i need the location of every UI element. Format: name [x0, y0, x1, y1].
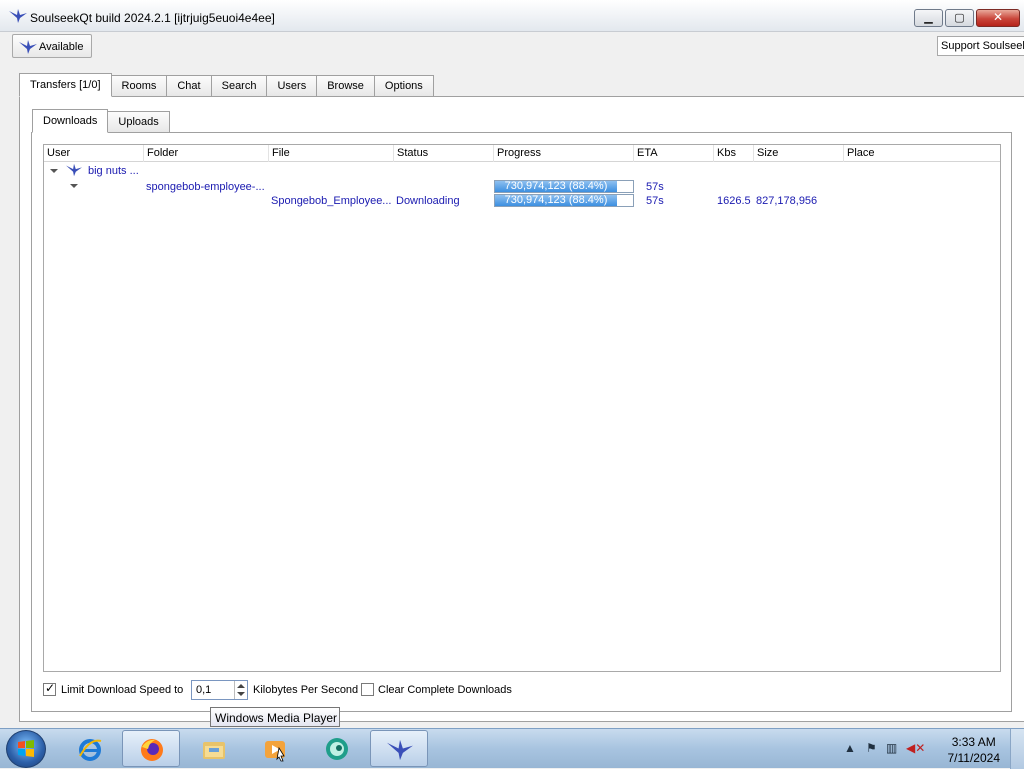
window-controls: ▁ ▢ ✕ — [914, 9, 1020, 27]
close-icon: ✕ — [992, 10, 1004, 24]
file-name[interactable]: Spongebob_Employee... — [271, 195, 391, 207]
column-header-size[interactable]: Size — [754, 145, 844, 162]
soulseek-bird-icon — [387, 739, 413, 761]
tab-browse[interactable]: Browse — [316, 75, 375, 97]
window-title: SoulseekQt build 2024.2.1 [ijtrjuig5euoi… — [30, 11, 275, 25]
tab-uploads[interactable]: Uploads — [107, 111, 170, 133]
clear-complete-label: Clear Complete Downloads — [378, 684, 512, 696]
taskbar-windows-media-player[interactable] — [246, 730, 304, 767]
soulseek-bird-icon — [9, 9, 27, 23]
sub-tabs: Downloads Uploads — [32, 109, 170, 133]
spin-down-icon[interactable] — [237, 692, 245, 696]
taskbar-tooltip: Windows Media Player — [210, 707, 340, 727]
volume-muted-icon[interactable]: ◀✕ — [906, 741, 925, 755]
title-bar: SoulseekQt build 2024.2.1 [ijtrjuig5euoi… — [0, 0, 1024, 32]
column-header-kbs[interactable]: Kbs — [714, 145, 754, 162]
clock-date: 7/11/2024 — [947, 751, 1001, 765]
file-kbs: 1626.5 — [717, 195, 751, 207]
column-header-eta[interactable]: ETA — [634, 145, 714, 162]
close-button[interactable]: ✕ — [976, 9, 1020, 27]
taskbar: ▲ ⚑ ▥ ◀✕ 3:33 AM 7/11/2024 — [0, 728, 1024, 769]
minimize-button[interactable]: ▁ — [914, 9, 943, 27]
file-status: Downloading — [396, 195, 460, 207]
taskbar-soulseek[interactable] — [370, 730, 428, 767]
status-label: Available — [39, 41, 84, 53]
speed-unit-label: Kilobytes Per Second — [253, 684, 359, 696]
tab-rooms[interactable]: Rooms — [110, 75, 168, 97]
column-header-progress[interactable]: Progress — [494, 145, 634, 162]
soulseek-bird-icon — [19, 40, 37, 54]
taskbar-messenger[interactable] — [308, 730, 366, 767]
folder-progress-bar: 730,974,123 (88.4%) — [494, 180, 634, 193]
tab-users[interactable]: Users — [266, 75, 318, 97]
status-button[interactable]: Available — [12, 34, 92, 58]
folder-progress-text: 730,974,123 (88.4%) — [504, 180, 608, 192]
tab-transfers[interactable]: Transfers [1/0] — [19, 73, 112, 97]
file-progress-text: 730,974,123 (88.4%) — [504, 194, 608, 206]
tab-search[interactable]: Search — [210, 75, 268, 97]
downloads-table[interactable]: User Folder File Status Progress ETA Kbs… — [43, 144, 1001, 672]
windows-logo-icon — [18, 740, 34, 757]
expand-arrow-icon[interactable] — [70, 184, 78, 188]
column-header-folder[interactable]: Folder — [144, 145, 269, 162]
spin-arrows[interactable] — [234, 681, 247, 699]
column-header-user[interactable]: User — [44, 145, 144, 162]
column-header-status[interactable]: Status — [394, 145, 494, 162]
file-size: 827,178,956 — [756, 195, 818, 207]
folder-eta: 57s — [646, 181, 664, 193]
taskbar-internet-explorer[interactable] — [61, 730, 119, 767]
maximize-button[interactable]: ▢ — [945, 9, 974, 27]
network-icon[interactable]: ▥ — [886, 741, 897, 755]
maximize-icon: ▢ — [954, 12, 965, 24]
internet-explorer-icon — [79, 739, 102, 761]
taskbar-file-explorer[interactable] — [185, 730, 243, 767]
download-options: ✓ Limit Download Speed to 0,1 Kilobytes … — [43, 680, 743, 700]
main-tabs: Transfers [1/0] Rooms Chat Search Users … — [19, 73, 434, 97]
action-center-flag-icon[interactable]: ⚑ — [866, 741, 877, 755]
clock[interactable]: 3:33 AM 7/11/2024 — [948, 734, 1001, 766]
show-desktop-button[interactable] — [1010, 729, 1024, 769]
column-header-place[interactable]: Place — [844, 145, 1000, 162]
table-header: User Folder File Status Progress ETA Kbs… — [44, 145, 1000, 162]
messenger-icon — [326, 738, 348, 760]
system-tray: ▲ ⚑ ▥ ◀✕ 3:33 AM 7/11/2024 — [834, 729, 1024, 769]
minimize-icon: ▁ — [924, 12, 933, 24]
column-header-file[interactable]: File — [269, 145, 394, 162]
expand-arrow-icon[interactable] — [50, 169, 58, 173]
tab-options[interactable]: Options — [373, 75, 434, 97]
taskbar-firefox[interactable] — [122, 730, 180, 767]
checkmark-icon: ✓ — [45, 681, 56, 695]
clock-time: 3:33 AM — [951, 735, 996, 749]
user-bird-icon — [66, 163, 82, 177]
show-hidden-icons-icon[interactable]: ▲ — [844, 741, 856, 755]
file-progress-bar: 730,974,123 (88.4%) — [494, 194, 634, 207]
clear-complete-checkbox[interactable] — [361, 683, 374, 696]
folder-icon — [203, 742, 225, 759]
media-player-icon — [265, 741, 285, 762]
toolbar: Available Support Soulseek — [0, 32, 1024, 62]
file-eta: 57s — [646, 195, 664, 207]
firefox-icon — [141, 739, 163, 761]
limit-speed-checkbox[interactable]: ✓ — [43, 681, 56, 696]
speed-limit-spinbox[interactable]: 0,1 — [191, 680, 248, 700]
speed-limit-value[interactable]: 0,1 — [196, 684, 211, 696]
limit-speed-label: Limit Download Speed to — [61, 684, 184, 696]
tab-chat[interactable]: Chat — [166, 75, 212, 97]
start-button[interactable] — [6, 730, 46, 768]
user-name[interactable]: big nuts ... — [88, 165, 139, 177]
support-soulseek-field[interactable]: Support Soulseek — [937, 36, 1024, 56]
folder-name[interactable]: spongebob-employee-... — [146, 181, 265, 193]
spin-up-icon[interactable] — [237, 684, 245, 688]
tab-downloads[interactable]: Downloads — [32, 109, 109, 133]
